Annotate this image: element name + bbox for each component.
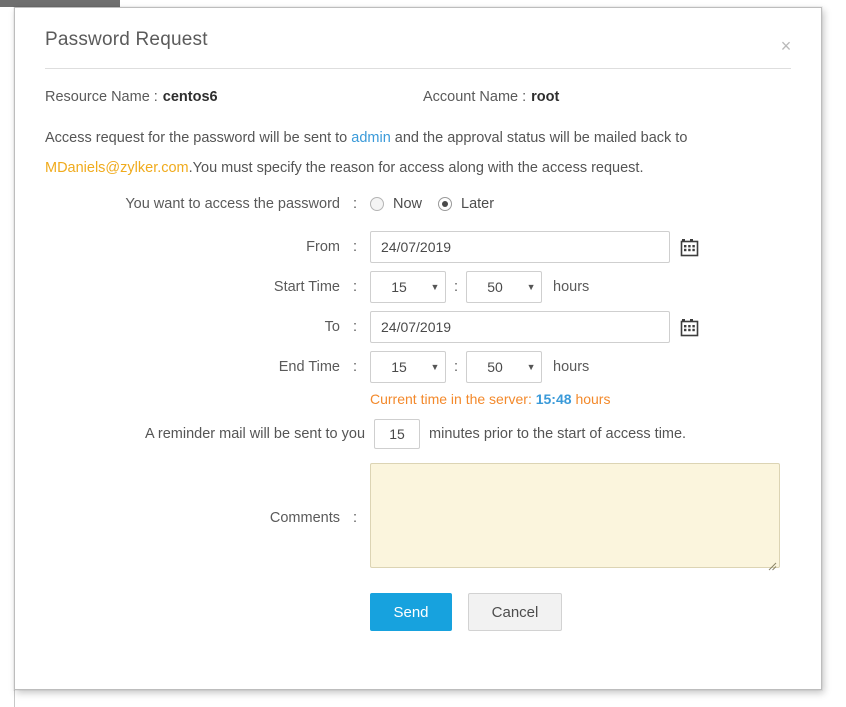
end-time-separator: : [454,359,458,375]
end-time-row: End Time : 15 ▼ : 50 ▼ hours [45,351,791,383]
end-time-colon: : [340,359,370,375]
resource-account-row: Resource Name : centos6 Account Name : r… [45,89,791,105]
comments-label: Comments [45,510,340,526]
background-topbar [0,0,120,7]
account-name-block: Account Name : root [423,89,559,105]
to-date-label: To [45,319,340,335]
end-time-hour-value: 15 [371,359,425,375]
dialog-actions: Send Cancel [45,593,791,631]
chevron-down-icon: ▼ [521,283,541,292]
end-time-unit: hours [553,359,589,375]
radio-now-label: Now [393,196,422,212]
approver-link[interactable]: admin [351,130,391,146]
radio-option-now[interactable]: Now [370,196,422,212]
chevron-down-icon: ▼ [521,363,541,372]
request-form: You want to access the password : Now La… [45,187,791,631]
comments-colon: : [340,510,370,526]
from-date-input[interactable] [370,231,670,263]
description-part-3: .You must specify the reason for access … [189,160,644,176]
from-date-colon: : [340,239,370,255]
password-request-dialog: Password Request × Resource Name : cento… [14,7,822,690]
server-time-prefix: Current time in the server: [370,391,532,407]
requester-email: MDaniels@zylker.com [45,160,189,176]
resource-name-block: Resource Name : centos6 [45,89,423,105]
close-icon[interactable]: × [776,36,796,56]
start-time-field: 15 ▼ : 50 ▼ hours [370,271,589,303]
radio-option-later[interactable]: Later [438,196,494,212]
end-time-label: End Time [45,359,340,375]
account-name-label: Account Name [423,89,518,105]
account-name-value: root [531,89,559,105]
radio-later-indicator[interactable] [438,197,452,211]
end-time-minute-value: 50 [467,359,521,375]
resource-name-colon: : [154,89,158,105]
access-time-label: You want to access the password [45,196,340,212]
from-date-field [370,231,699,263]
comments-field [370,463,780,573]
page-title: Password Request [45,28,791,52]
start-time-minute-value: 50 [467,279,521,295]
start-time-row: Start Time : 15 ▼ : 50 ▼ hours [45,271,791,303]
from-date-label: From [45,239,340,255]
access-time-row: You want to access the password : Now La… [45,187,791,221]
dialog-header: Password Request × [15,8,821,60]
description-part-2: and the approval status will be mailed b… [391,130,688,146]
radio-later-label: Later [461,196,494,212]
header-divider [45,68,791,69]
page-root: Password Request × Resource Name : cento… [0,0,846,707]
reminder-row: A reminder mail will be sent to you minu… [45,419,791,449]
background-left-rail [0,7,15,707]
start-time-colon: : [340,279,370,295]
chevron-down-icon: ▼ [425,363,445,372]
comments-textarea[interactable] [370,463,780,568]
access-time-colon: : [340,196,370,212]
radio-now-indicator[interactable] [370,197,384,211]
cancel-button[interactable]: Cancel [468,593,562,631]
comments-row: Comments : [45,463,791,573]
to-date-field [370,311,699,343]
from-date-row: From : [45,231,791,263]
reminder-minutes-input[interactable] [374,419,420,449]
to-date-input[interactable] [370,311,670,343]
reminder-prefix: A reminder mail will be sent to you [145,426,365,442]
description-part-1: Access request for the password will be … [45,130,351,146]
request-description: Access request for the password will be … [45,123,790,183]
dialog-body: Resource Name : centos6 Account Name : r… [15,89,821,631]
server-time-hint: Current time in the server: 15:48 hours [370,391,791,407]
server-time-suffix: hours [575,391,610,407]
end-time-minute-select[interactable]: 50 ▼ [466,351,542,383]
start-time-hour-select[interactable]: 15 ▼ [370,271,446,303]
end-time-field: 15 ▼ : 50 ▼ hours [370,351,589,383]
resource-name-label: Resource Name [45,89,150,105]
to-date-row: To : [45,311,791,343]
start-time-separator: : [454,279,458,295]
end-time-hour-select[interactable]: 15 ▼ [370,351,446,383]
server-time-value: 15:48 [536,391,572,407]
start-time-label: Start Time [45,279,340,295]
resource-name-value: centos6 [163,89,218,105]
start-time-minute-select[interactable]: 50 ▼ [466,271,542,303]
calendar-icon[interactable] [680,318,699,337]
calendar-icon[interactable] [680,238,699,257]
send-button[interactable]: Send [370,593,452,631]
start-time-hour-value: 15 [371,279,425,295]
account-name-colon: : [522,89,526,105]
start-time-unit: hours [553,279,589,295]
chevron-down-icon: ▼ [425,283,445,292]
access-time-options: Now Later [370,196,510,212]
reminder-suffix: minutes prior to the start of access tim… [429,426,686,442]
to-date-colon: : [340,319,370,335]
